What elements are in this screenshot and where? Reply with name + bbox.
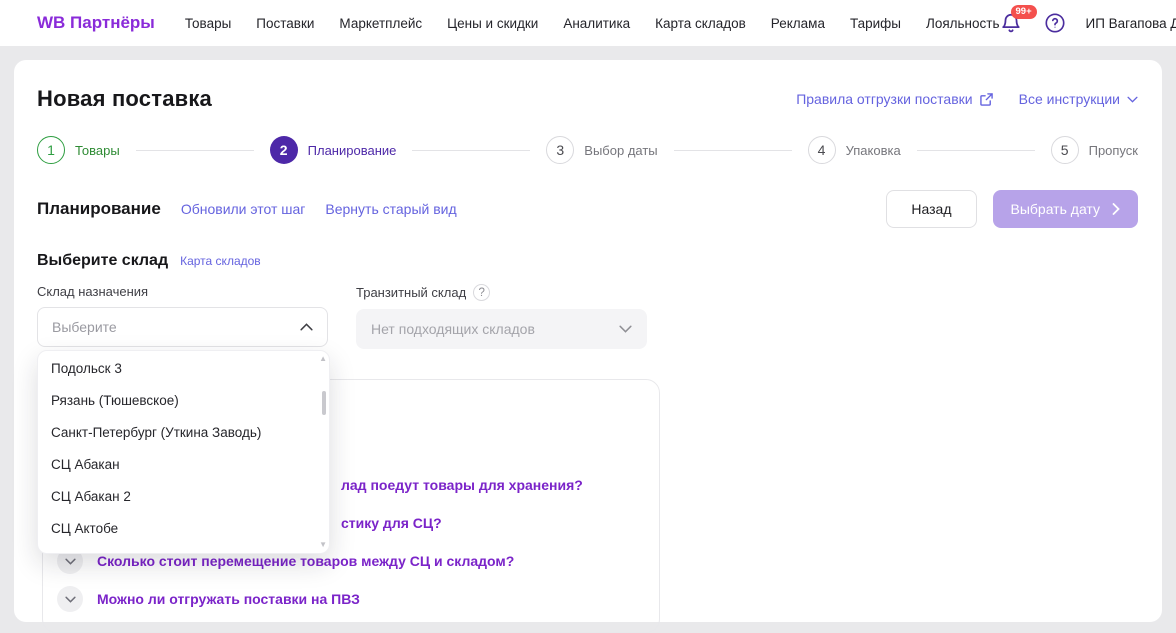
- question-mark-icon: [1044, 12, 1066, 34]
- scrollbar-up-arrow[interactable]: ▲: [319, 355, 327, 363]
- destination-warehouse-field: Склад назначения Выберите Подольск 3 Ряз…: [37, 284, 328, 349]
- nav-item-supplies[interactable]: Поставки: [256, 16, 314, 31]
- step-4-packaging[interactable]: 4 Упаковка: [808, 136, 901, 164]
- supply-stepper: 1 Товары 2 Планирование 3 Выбор даты 4 У…: [37, 136, 1138, 164]
- shipping-rules-link[interactable]: Правила отгрузки поставки: [796, 91, 992, 107]
- nav-item-tariffs[interactable]: Тарифы: [850, 16, 901, 31]
- external-link-icon: [980, 93, 993, 106]
- choose-warehouse-row: Выберите склад Карта складов: [37, 252, 1138, 270]
- top-navigation-bar: WB Партнёры Товары Поставки Маркетплейс …: [0, 0, 1176, 46]
- dropdown-option[interactable]: Подольск 3: [38, 353, 329, 385]
- all-instructions-link[interactable]: Все инструкции: [1019, 91, 1138, 107]
- dropdown-option[interactable]: СЦ Абакан 2: [38, 481, 329, 513]
- nav-item-loyalty[interactable]: Лояльность: [926, 16, 1000, 31]
- planning-title: Планирование: [37, 199, 161, 219]
- back-button[interactable]: Назад: [886, 190, 976, 228]
- nav-item-warehouse-map[interactable]: Карта складов: [655, 16, 746, 31]
- scrollbar-down-arrow[interactable]: ▼: [319, 541, 327, 549]
- notifications-button[interactable]: 99+: [1000, 11, 1024, 35]
- chevron-up-icon: [300, 323, 313, 331]
- select-value: Нет подходящих складов: [371, 321, 535, 337]
- nav-item-prices[interactable]: Цены и скидки: [447, 16, 538, 31]
- help-button[interactable]: [1044, 12, 1066, 34]
- stepper-connector: [136, 150, 254, 151]
- nav-item-marketplace[interactable]: Маркетплейс: [339, 16, 422, 31]
- warehouse-dropdown-list: Подольск 3 Рязань (Тюшевское) Санкт-Пете…: [37, 350, 330, 554]
- transit-warehouse-select: Нет подходящих складов: [356, 309, 647, 349]
- page-header-row: Новая поставка Правила отгрузки поставки…: [37, 86, 1138, 112]
- nav-item-ads[interactable]: Реклама: [771, 16, 825, 31]
- planning-header-row: Планирование Обновили этот шаг Вернуть с…: [37, 190, 1138, 228]
- choose-date-button[interactable]: Выбрать дату: [993, 190, 1139, 228]
- stepper-connector: [917, 150, 1035, 151]
- topbar-right-group: 99+ ИП Вагапова Д. Р.: [1000, 11, 1176, 35]
- stepper-connector: [674, 150, 792, 151]
- step-5-pass[interactable]: 5 Пропуск: [1051, 136, 1138, 164]
- faq-item[interactable]: Можно ли отгружать поставки на ПВЗ: [57, 584, 639, 614]
- chevron-down-icon: [57, 586, 83, 612]
- chevron-down-icon: [619, 325, 632, 333]
- user-name: ИП Вагапова Д. Р.: [1086, 16, 1176, 31]
- warehouse-map-link[interactable]: Карта складов: [180, 254, 261, 268]
- dropdown-option[interactable]: Рязань (Тюшевское): [38, 385, 329, 417]
- page-title: Новая поставка: [37, 86, 212, 112]
- chevron-down-icon: [1127, 96, 1138, 103]
- dropdown-option[interactable]: Санкт-Петербург (Уткина Заводь): [38, 417, 329, 449]
- dropdown-option[interactable]: СЦ Абакан: [38, 449, 329, 481]
- transit-warehouse-label: Транзитный склад ?: [356, 284, 647, 301]
- stepper-connector: [412, 150, 530, 151]
- destination-warehouse-select[interactable]: Выберите: [37, 307, 328, 347]
- step-2-planning[interactable]: 2 Планирование: [270, 136, 397, 164]
- notifications-count-badge: 99+: [1011, 5, 1037, 19]
- choose-warehouse-title: Выберите склад: [37, 252, 168, 270]
- page-header-links: Правила отгрузки поставки Все инструкции: [796, 91, 1138, 107]
- transit-warehouse-field: Транзитный склад ? Нет подходящих складо…: [356, 284, 647, 349]
- transit-help-icon[interactable]: ?: [473, 284, 490, 301]
- destination-warehouse-label: Склад назначения: [37, 284, 328, 299]
- wb-partners-logo[interactable]: WB Партнёры: [37, 13, 155, 33]
- chevron-right-icon: [1112, 203, 1120, 215]
- step-1-goods[interactable]: 1 Товары: [37, 136, 120, 164]
- select-placeholder: Выберите: [52, 319, 117, 335]
- nav-item-analytics[interactable]: Аналитика: [563, 16, 630, 31]
- step-updated-link[interactable]: Обновили этот шаг: [181, 201, 306, 217]
- nav-item-goods[interactable]: Товары: [185, 16, 231, 31]
- step-3-date[interactable]: 3 Выбор даты: [546, 136, 657, 164]
- new-supply-card: Новая поставка Правила отгрузки поставки…: [14, 60, 1162, 622]
- dropdown-scrollbar[interactable]: [322, 391, 326, 415]
- old-view-link[interactable]: Вернуть старый вид: [325, 201, 456, 217]
- dropdown-option[interactable]: СЦ Актобе: [38, 513, 329, 545]
- planning-action-buttons: Назад Выбрать дату: [886, 190, 1138, 228]
- warehouse-form-row: Склад назначения Выберите Подольск 3 Ряз…: [37, 284, 1138, 349]
- user-account-menu[interactable]: ИП Вагапова Д. Р.: [1086, 16, 1176, 31]
- main-nav: Товары Поставки Маркетплейс Цены и скидк…: [185, 16, 1000, 31]
